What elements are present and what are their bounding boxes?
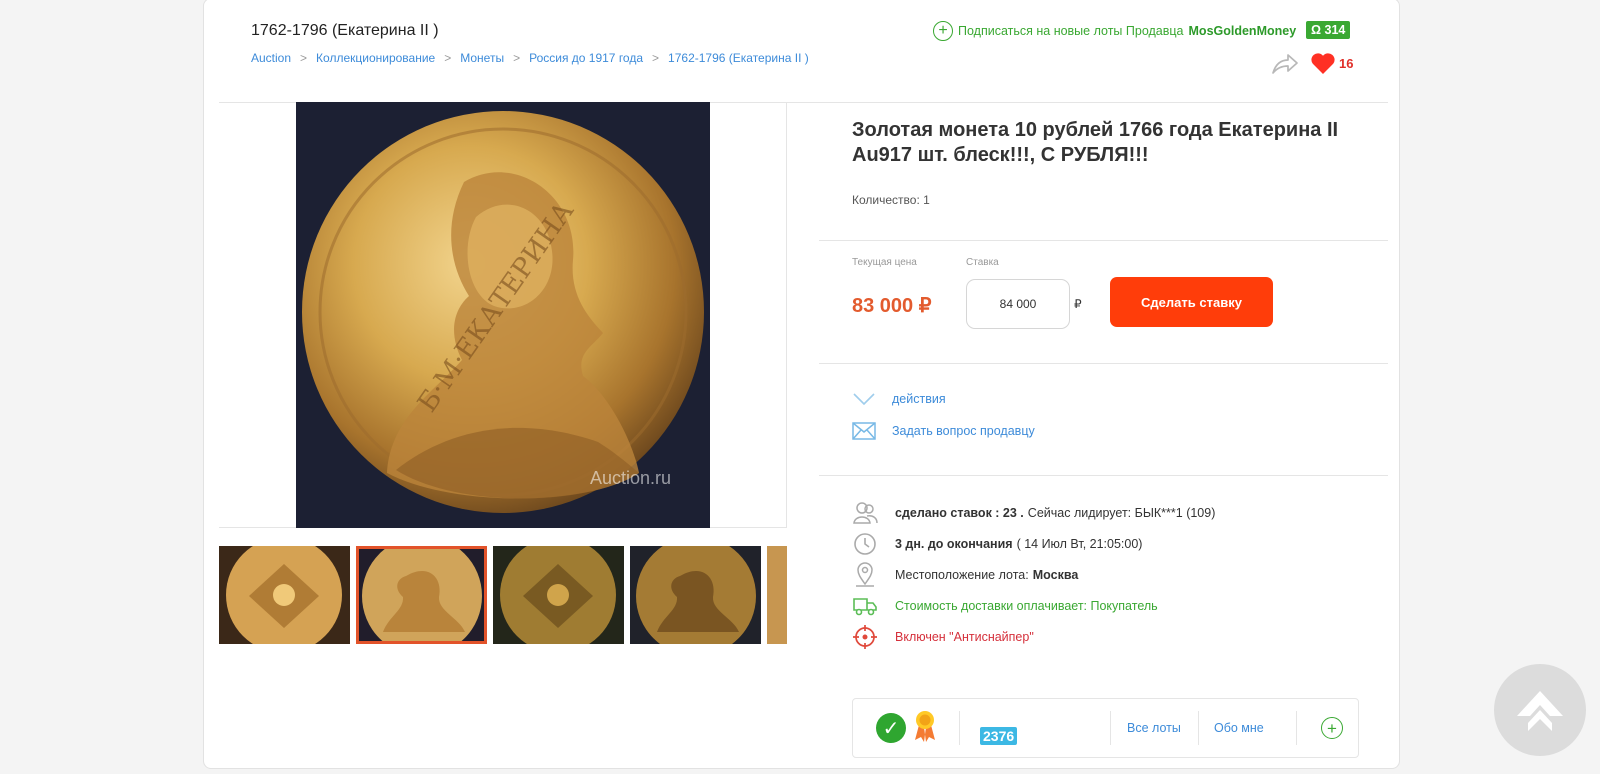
breadcrumb-russia-before-1917[interactable]: Россия до 1917 года xyxy=(529,51,643,65)
breadcrumb-catherine-ii[interactable]: 1762-1796 (Екатерина II ) xyxy=(668,51,809,65)
crosshair-icon xyxy=(852,624,878,650)
plus-icon: + xyxy=(933,21,953,41)
lot-title: Золотая монета 10 рублей 1766 года Екате… xyxy=(852,119,1339,166)
heart-icon[interactable] xyxy=(1310,52,1336,76)
breadcrumb-auction[interactable]: Auction xyxy=(251,51,291,65)
breadcrumb-separator: > xyxy=(444,51,452,65)
antisniper-info: Включен "Антиснайпер" xyxy=(852,624,1034,650)
seller-name[interactable]: MosGoldenMoney xyxy=(1189,24,1297,38)
place-bid-button[interactable]: Сделать ставку xyxy=(1110,277,1273,327)
thumbnail-1[interactable] xyxy=(219,546,350,644)
subscribe-text: Подписаться на новые лоты Продавца xyxy=(958,24,1184,38)
antisniper-text: Включен "Антиснайпер" xyxy=(895,630,1034,644)
quantity: Количество: 1 xyxy=(852,193,930,207)
clock-icon xyxy=(852,531,878,557)
divider xyxy=(1110,711,1111,745)
divider xyxy=(1198,711,1199,745)
category-title: 1762-1796 (Екатерина II ) xyxy=(251,22,439,39)
main-coin-image[interactable]: Б·М·ЕКАТЕРИНА Auction.ru xyxy=(296,102,710,528)
all-lots-link[interactable]: Все лоты xyxy=(1127,721,1181,735)
thumbnail-strip xyxy=(219,546,787,644)
subscribe-plus-icon[interactable]: + xyxy=(1321,717,1343,739)
medal-icon xyxy=(915,711,935,742)
breadcrumb-separator: > xyxy=(652,51,660,65)
location-pin-icon xyxy=(852,562,878,588)
seller-rating-badge[interactable]: Ω 314 xyxy=(1306,21,1351,39)
truck-icon xyxy=(852,593,878,619)
current-price: 83 000 ₽ xyxy=(852,295,932,317)
delivery-info: Стоимость доставки оплачивает: Покупател… xyxy=(852,593,1158,619)
arrow-up-icon xyxy=(1517,690,1563,731)
bid-label: Ставка xyxy=(966,257,999,268)
thumbnail-2[interactable] xyxy=(356,546,487,644)
likes-count: 16 xyxy=(1339,56,1354,71)
breadcrumb-separator: > xyxy=(513,51,521,65)
bids-count: сделано ставок : 23 . xyxy=(895,506,1024,520)
currency-symbol: ₽ xyxy=(1074,297,1082,311)
ask-seller-link[interactable]: Задать вопрос продавцу xyxy=(852,422,1035,440)
subscribe-seller-link[interactable]: + Подписаться на новые лоты Продавца Mos… xyxy=(933,21,1296,41)
location-value: Москва xyxy=(1032,568,1079,582)
price-divider-bottom xyxy=(819,363,1388,364)
breadcrumb-separator: > xyxy=(300,51,308,65)
location-label: Местоположение лота: xyxy=(895,568,1029,582)
actions-label: действия xyxy=(892,392,946,406)
seller-panel: ✓ 2376 Все лоты Обо мне + xyxy=(852,698,1359,758)
bid-leader: Сейчас лидирует: БЫК***1 (109) xyxy=(1027,506,1216,520)
current-price-label: Текущая цена xyxy=(852,257,917,268)
about-me-link[interactable]: Обо мне xyxy=(1214,721,1264,735)
breadcrumb-coins[interactable]: Монеты xyxy=(460,51,504,65)
seller-rating-value: 314 xyxy=(1324,23,1346,37)
bid-input[interactable] xyxy=(966,279,1070,329)
price-divider-top xyxy=(819,240,1388,241)
share-icon[interactable] xyxy=(1271,52,1299,76)
location-info: Местоположение лота: Москва xyxy=(852,562,1078,588)
watermark: Auction.ru xyxy=(590,468,672,488)
chevron-down-icon xyxy=(853,393,875,406)
divider xyxy=(1296,711,1297,745)
time-left: 3 дн. до окончания xyxy=(895,537,1013,551)
breadcrumb: Auction > Коллекционирование > Монеты > … xyxy=(251,51,809,65)
time-info: 3 дн. до окончания ( 14 Июл Вт, 21:05:00… xyxy=(852,531,1142,557)
breadcrumb-collecting[interactable]: Коллекционирование xyxy=(316,51,435,65)
ask-seller-label: Задать вопрос продавцу xyxy=(892,424,1035,438)
thumbnail-5[interactable] xyxy=(767,546,787,644)
bids-info: сделано ставок : 23 . Сейчас лидирует: Б… xyxy=(852,500,1215,526)
seller-rating-2376[interactable]: 2376 xyxy=(980,727,1018,745)
thumbnail-3[interactable] xyxy=(493,546,624,644)
verified-check-icon: ✓ xyxy=(876,713,906,743)
users-icon xyxy=(852,500,878,526)
actions-dropdown[interactable]: действия xyxy=(852,391,946,407)
scroll-to-top-button[interactable] xyxy=(1494,664,1586,756)
divider xyxy=(959,711,960,745)
thumbnail-4[interactable] xyxy=(630,546,761,644)
coin-illustration: Б·М·ЕКАТЕРИНА xyxy=(296,102,710,528)
info-divider xyxy=(819,475,1388,476)
end-date: ( 14 Июл Вт, 21:05:00) xyxy=(1016,537,1143,551)
envelope-icon xyxy=(852,422,876,440)
rating-symbol: Ω xyxy=(1311,23,1322,37)
delivery-text: Стоимость доставки оплачивает: Покупател… xyxy=(895,599,1158,613)
